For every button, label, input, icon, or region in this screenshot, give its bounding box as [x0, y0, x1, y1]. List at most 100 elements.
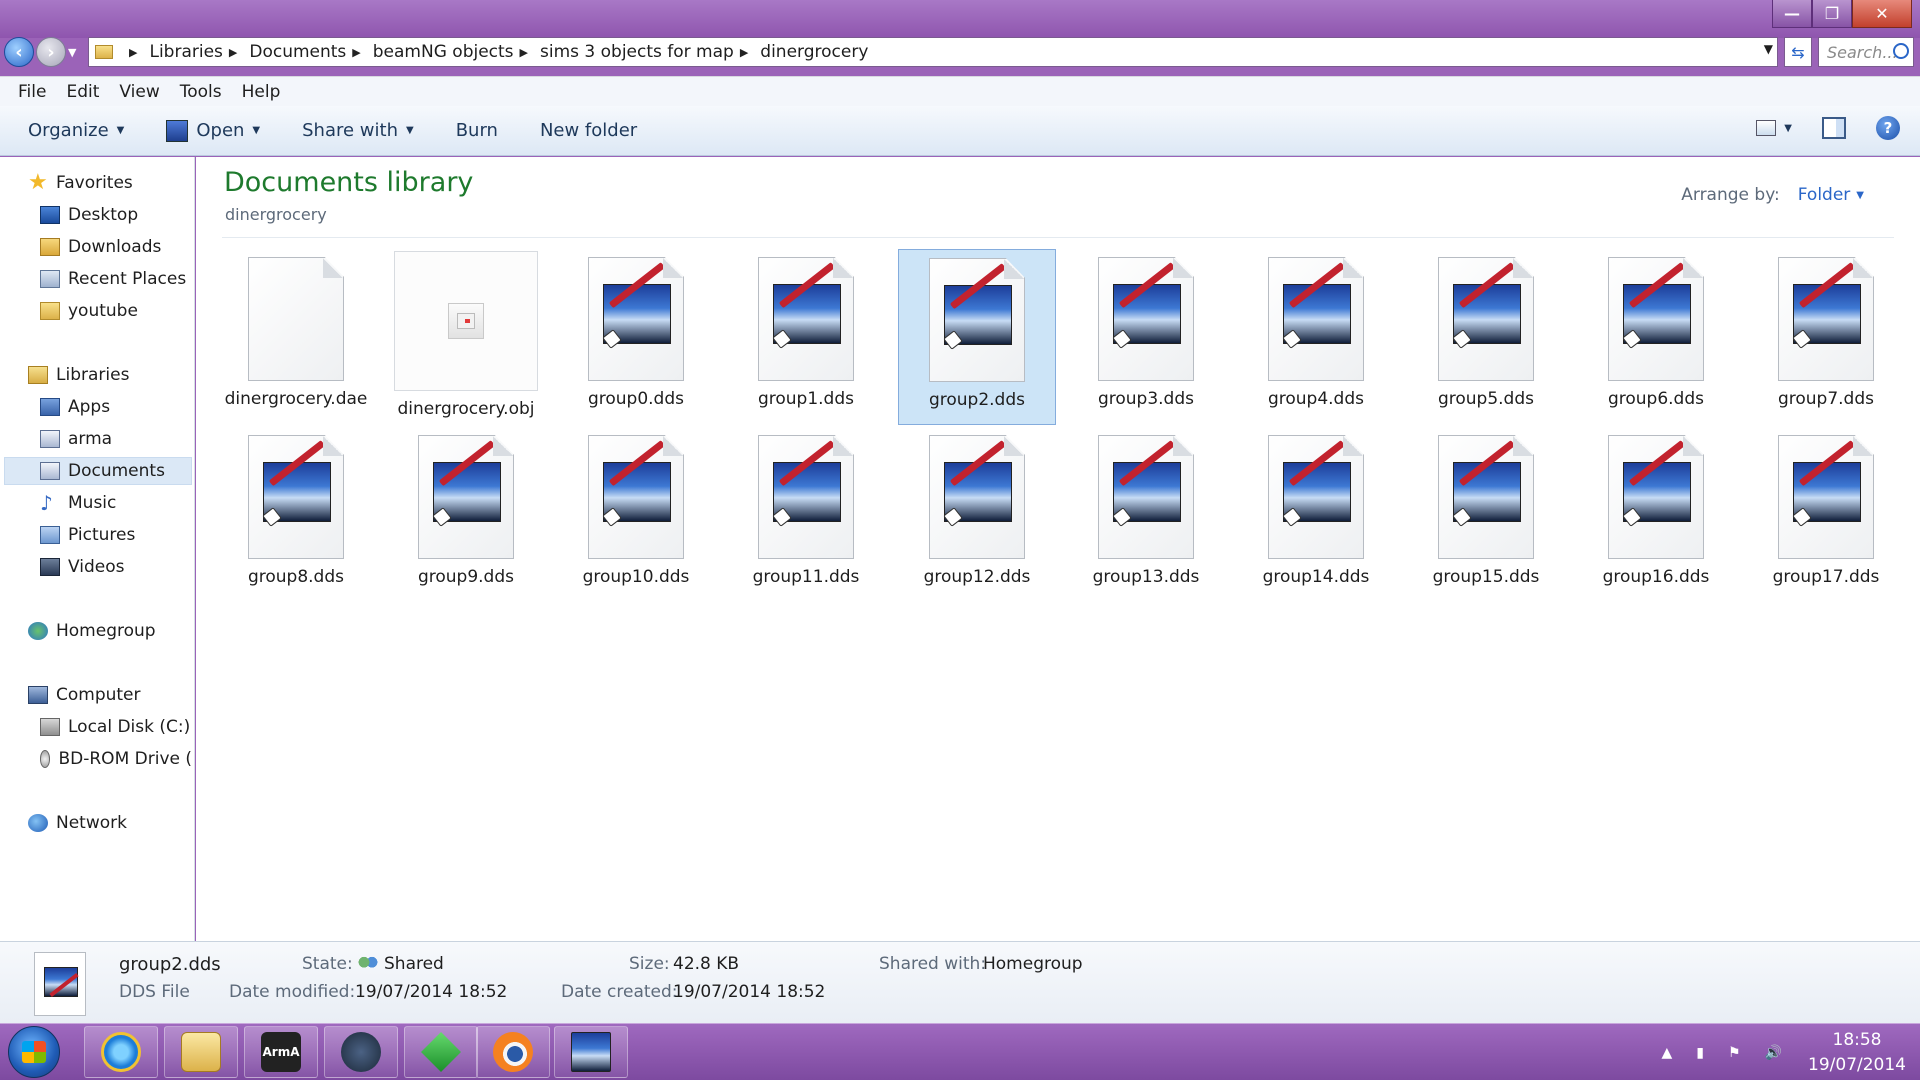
- menu-bar: File Edit View Tools Help: [0, 76, 1920, 106]
- search-icon[interactable]: [1893, 43, 1909, 59]
- sidebar-item-label: Computer: [56, 685, 141, 705]
- file-item-dds[interactable]: group13.dds: [1067, 427, 1225, 603]
- burn-button[interactable]: Burn: [456, 120, 498, 141]
- breadcrumb-separator-icon[interactable]: ▶: [740, 46, 748, 59]
- address-dropdown-icon[interactable]: ▼: [1764, 42, 1773, 56]
- details-created-value[interactable]: 19/07/2014 18:52: [673, 982, 825, 1002]
- sidebar-item-desktop[interactable]: Desktop: [40, 201, 138, 229]
- file-item-dds[interactable]: group1.dds: [727, 249, 885, 425]
- share-with-button[interactable]: Share with ▼: [302, 120, 414, 141]
- file-item-dds[interactable]: group6.dds: [1577, 249, 1735, 425]
- recent-pages-dropdown[interactable]: ▼: [68, 46, 76, 59]
- details-shared-value[interactable]: Homegroup: [983, 954, 1083, 974]
- details-modified-value[interactable]: 19/07/2014 18:52: [355, 982, 507, 1002]
- taskbar-paint[interactable]: [554, 1026, 628, 1078]
- sidebar-item-local-disk[interactable]: Local Disk (C:): [40, 713, 190, 741]
- taskbar-internet-explorer[interactable]: [84, 1026, 158, 1078]
- network-signal-icon[interactable]: ▮: [1696, 1045, 1704, 1061]
- refresh-button[interactable]: ⇆: [1784, 37, 1812, 67]
- breadcrumb-separator-icon[interactable]: ▶: [129, 46, 137, 59]
- open-button[interactable]: Open ▼: [166, 119, 260, 142]
- organize-label: Organize: [28, 120, 109, 141]
- file-item-dds[interactable]: group8.dds: [217, 427, 375, 603]
- sidebar-item-label: Libraries: [56, 365, 130, 385]
- file-item-dds[interactable]: group9.dds: [387, 427, 545, 603]
- menu-edit[interactable]: Edit: [66, 82, 99, 102]
- close-button[interactable]: ✕: [1852, 0, 1912, 28]
- sidebar-item-bd-rom[interactable]: BD-ROM Drive (: [40, 745, 192, 773]
- minimize-button[interactable]: —: [1772, 0, 1812, 28]
- file-item-dds[interactable]: group3.dds: [1067, 249, 1225, 425]
- breadcrumb-dinergrocery[interactable]: dinergrocery: [760, 42, 868, 62]
- file-name: group16.dds: [1602, 567, 1710, 587]
- back-button[interactable]: ‹: [4, 37, 34, 67]
- sidebar-item-libraries[interactable]: Libraries: [28, 361, 129, 389]
- breadcrumb-separator-icon[interactable]: ▶: [352, 46, 360, 59]
- action-center-flag-icon[interactable]: ⚑: [1728, 1045, 1741, 1061]
- sidebar-item-youtube[interactable]: youtube: [40, 297, 138, 325]
- file-item-dds[interactable]: group16.dds: [1577, 427, 1735, 603]
- new-folder-button[interactable]: New folder: [540, 120, 637, 141]
- change-view-icon[interactable]: [1756, 120, 1777, 136]
- file-item-dds[interactable]: group4.dds: [1237, 249, 1395, 425]
- clock[interactable]: 18:58 19/07/2014: [1808, 1028, 1906, 1078]
- breadcrumb-sims3-objects[interactable]: sims 3 objects for map: [540, 42, 734, 62]
- start-button[interactable]: [8, 1026, 60, 1078]
- menu-tools[interactable]: Tools: [180, 82, 222, 102]
- menu-file[interactable]: File: [18, 82, 46, 102]
- file-item-dae[interactable]: dinergrocery.dae: [217, 249, 375, 425]
- sidebar-item-apps[interactable]: Apps: [40, 393, 110, 421]
- sidebar-item-videos[interactable]: Videos: [40, 553, 125, 581]
- menu-view[interactable]: View: [119, 82, 159, 102]
- file-item-dds[interactable]: group10.dds: [557, 427, 715, 603]
- toolbar-right: ▼ ?: [1756, 116, 1900, 140]
- taskbar-explorer[interactable]: [164, 1026, 238, 1078]
- search-input[interactable]: Search...: [1818, 37, 1914, 67]
- sidebar-item-arma[interactable]: arma: [40, 425, 112, 453]
- file-item-dds[interactable]: group12.dds: [898, 427, 1056, 603]
- file-item-dds[interactable]: group11.dds: [727, 427, 885, 603]
- show-hidden-icons-icon[interactable]: ▲: [1662, 1045, 1673, 1061]
- preview-pane-icon[interactable]: [1822, 117, 1846, 139]
- divider: [222, 237, 1894, 238]
- file-item-dds[interactable]: group14.dds: [1237, 427, 1395, 603]
- file-item-dds-selected[interactable]: group2.dds: [898, 249, 1056, 425]
- breadcrumb-documents[interactable]: Documents: [249, 42, 346, 62]
- sidebar-item-recent-places[interactable]: Recent Places: [40, 265, 186, 293]
- file-item-dds[interactable]: group0.dds: [557, 249, 715, 425]
- sidebar-item-documents[interactable]: Documents: [4, 457, 192, 485]
- sidebar-item-music[interactable]: ♪ Music: [40, 489, 116, 517]
- breadcrumb-libraries[interactable]: Libraries: [149, 42, 222, 62]
- taskbar-sims3[interactable]: [404, 1026, 478, 1078]
- taskbar-arma[interactable]: ArmA: [244, 1026, 318, 1078]
- volume-icon[interactable]: 🔊: [1765, 1045, 1782, 1061]
- sidebar-item-downloads[interactable]: Downloads: [40, 233, 161, 261]
- breadcrumb-beamng-objects[interactable]: beamNG objects: [373, 42, 514, 62]
- taskbar-steam[interactable]: [324, 1026, 398, 1078]
- organize-button[interactable]: Organize ▼: [28, 120, 124, 141]
- maximize-button[interactable]: ❐: [1812, 0, 1852, 28]
- chevron-down-icon[interactable]: ▼: [1856, 190, 1864, 201]
- library-subtitle: dinergrocery: [225, 205, 327, 224]
- sidebar-item-homegroup[interactable]: Homegroup: [28, 617, 156, 645]
- forward-button[interactable]: ›: [36, 37, 66, 67]
- file-item-dds[interactable]: group17.dds: [1747, 427, 1905, 603]
- sidebar-item-favorites[interactable]: ★ Favorites: [28, 169, 133, 197]
- breadcrumb-separator-icon[interactable]: ▶: [520, 46, 528, 59]
- help-icon[interactable]: ?: [1876, 116, 1900, 140]
- sidebar-item-label: youtube: [68, 301, 138, 321]
- taskbar-blender[interactable]: [476, 1026, 550, 1078]
- file-item-dds[interactable]: group7.dds: [1747, 249, 1905, 425]
- menu-help[interactable]: Help: [242, 82, 281, 102]
- breadcrumb-separator-icon[interactable]: ▶: [229, 46, 237, 59]
- file-item-dds[interactable]: group15.dds: [1407, 427, 1565, 603]
- file-item-obj[interactable]: dinergrocery.obj: [387, 249, 545, 425]
- sidebar-item-computer[interactable]: Computer: [28, 681, 141, 709]
- sidebar-item-network[interactable]: Network: [28, 809, 127, 837]
- arrange-by-dropdown[interactable]: Folder: [1798, 185, 1851, 205]
- address-bar[interactable]: ▶ Libraries ▶ Documents ▶ beamNG objects ▶ …: [88, 37, 1778, 67]
- paint-icon: [166, 119, 189, 142]
- sidebar-item-pictures[interactable]: Pictures: [40, 521, 135, 549]
- chevron-down-icon[interactable]: ▼: [1784, 123, 1792, 134]
- file-item-dds[interactable]: group5.dds: [1407, 249, 1565, 425]
